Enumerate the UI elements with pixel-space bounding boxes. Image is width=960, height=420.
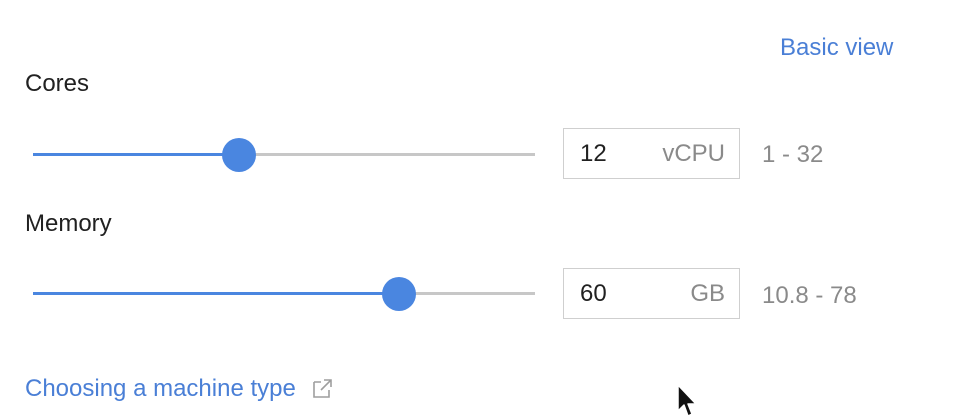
memory-slider-fill [33,292,400,295]
basic-view-link[interactable]: Basic view [780,34,893,62]
memory-field[interactable]: GB [563,268,740,319]
mouse-pointer-icon [677,384,697,417]
memory-slider-thumb[interactable] [382,277,417,311]
cores-input[interactable] [564,139,660,168]
memory-unit: GB [690,279,725,307]
cores-slider-fill [33,153,239,156]
memory-slider[interactable] [33,277,535,311]
cores-label: Cores [25,70,90,97]
cores-unit: vCPU [662,139,725,167]
memory-label: Memory [25,210,112,237]
external-link-icon [313,379,332,398]
choosing-machine-type-label: Choosing a machine type [25,375,296,402]
choosing-machine-type-link[interactable]: Choosing a machine type [25,375,334,403]
cores-range: 1 - 32 [762,141,824,168]
cores-field[interactable]: vCPU [563,128,740,179]
memory-range: 10.8 - 78 [762,282,857,309]
memory-input[interactable] [564,279,660,308]
cores-slider[interactable] [33,138,535,172]
cores-slider-thumb[interactable] [221,138,256,172]
